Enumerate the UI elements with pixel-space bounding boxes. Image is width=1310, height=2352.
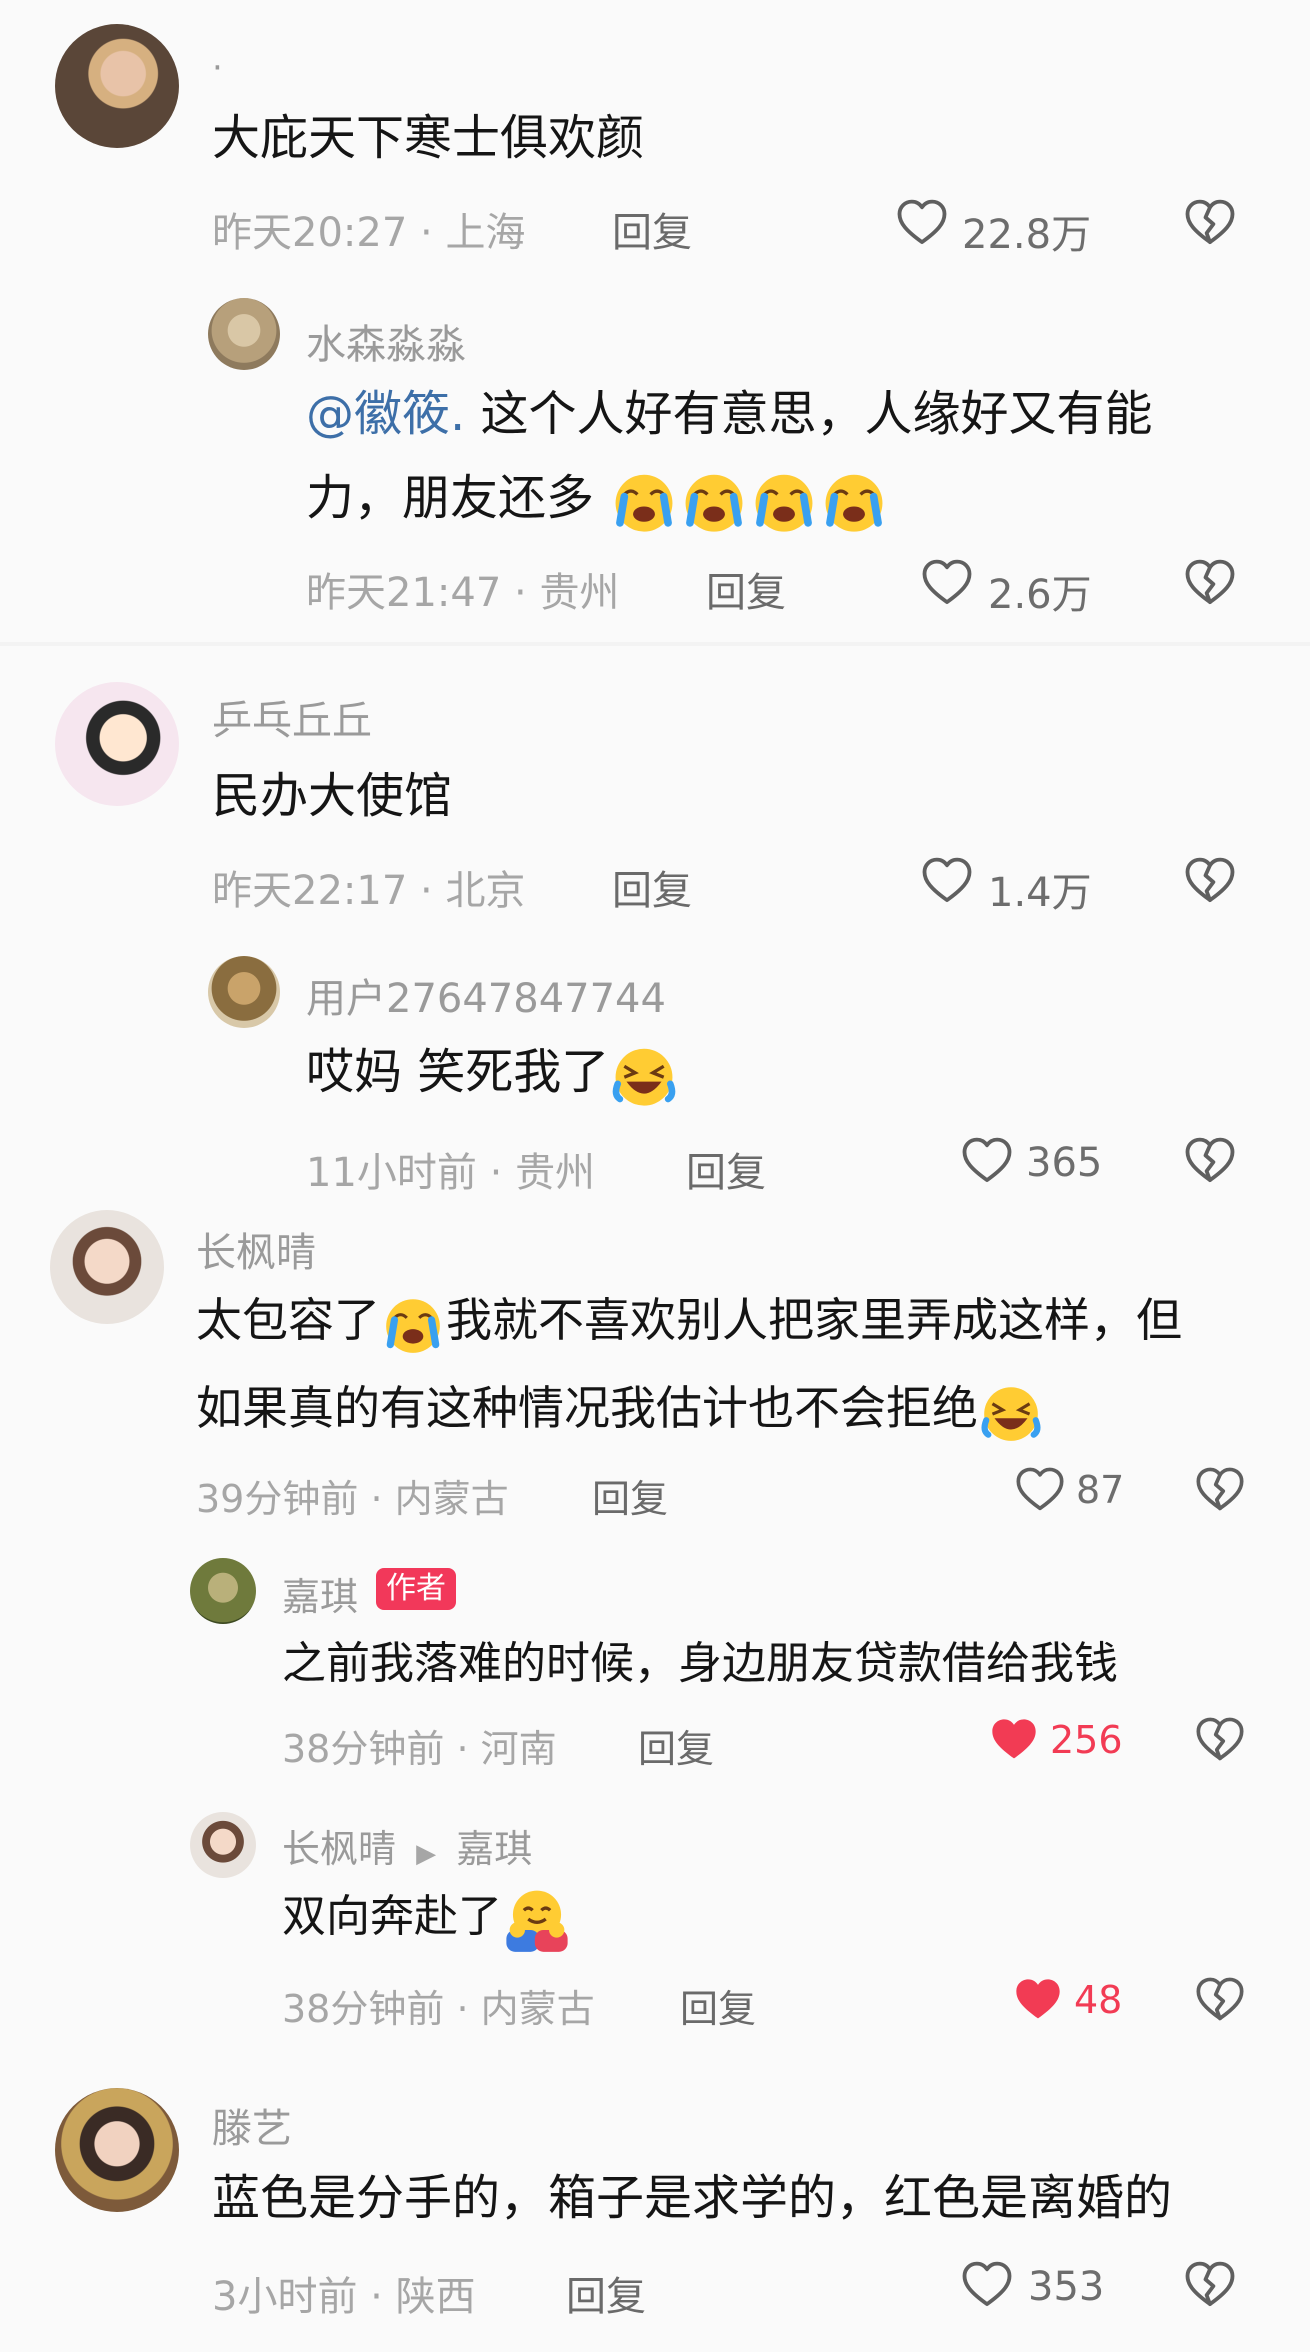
- cry-emoji-icon: [380, 1291, 446, 1357]
- avatar[interactable]: [190, 1558, 256, 1624]
- heart-filled-icon[interactable]: [988, 1714, 1040, 1766]
- comment-text: 太包容了 我就不喜欢别人把家里弄成这样，但: [196, 1290, 1182, 1357]
- author-badge: 作者: [376, 1568, 456, 1610]
- comment-meta: 3小时前 · 陕西: [212, 2274, 476, 2320]
- reply-button[interactable]: 回复: [612, 200, 692, 258]
- like-count: 48: [1074, 1978, 1123, 2022]
- broken-heart-icon[interactable]: [1194, 1714, 1246, 1766]
- comment-text: 之前我落难的时候，身边朋友贷款借给我钱: [282, 1638, 1118, 1689]
- heart-outline-icon[interactable]: [960, 2258, 1014, 2312]
- reply-button[interactable]: 回复: [706, 560, 786, 618]
- like-count: 256: [1050, 1718, 1123, 1762]
- heart-filled-icon[interactable]: [1012, 1974, 1064, 2026]
- comment-meta: 昨天20:27 · 上海: [212, 210, 526, 256]
- comment-text-line2: 如果真的有这种情况我估计也不会拒绝: [196, 1378, 1044, 1445]
- reply-arrow-icon: ▶: [416, 1839, 437, 1869]
- comment-username[interactable]: 水森淼淼: [306, 312, 466, 370]
- like-count: 22.8万: [962, 212, 1092, 258]
- like-count: 365: [1026, 1140, 1103, 1186]
- comment-text: 大庇天下寒士俱欢颜: [212, 110, 645, 166]
- avatar[interactable]: [55, 2088, 179, 2212]
- like-count: 1.4万: [988, 870, 1092, 916]
- comment-meta: 11小时前 · 贵州: [306, 1150, 596, 1196]
- comment-meta: 38分钟前 · 内蒙古: [282, 1987, 595, 2031]
- reply-button[interactable]: 回复: [592, 1468, 668, 1523]
- comment-meta: 昨天21:47 · 贵州: [306, 570, 620, 616]
- comment-username[interactable]: 长枫晴: [196, 1220, 316, 1278]
- avatar[interactable]: [208, 298, 280, 370]
- broken-heart-icon[interactable]: [1183, 1134, 1237, 1188]
- comment-meta: 39分钟前 · 内蒙古: [196, 1477, 509, 1521]
- like-count: 353: [1028, 2264, 1105, 2310]
- cry-emoji-icon: [609, 466, 679, 536]
- cry-emoji-icon: [749, 466, 819, 536]
- comment-username[interactable]: ·: [212, 48, 223, 88]
- heart-outline-icon[interactable]: [1014, 1464, 1066, 1516]
- comment-text: 民办大使馆: [212, 768, 453, 824]
- broken-heart-icon[interactable]: [1183, 196, 1237, 250]
- comment-text: 双向奔赴了: [282, 1884, 572, 1954]
- comment-text: 哎妈 笑死我了: [306, 1040, 679, 1110]
- comment-text-line2: 力，朋友还多: [306, 466, 889, 536]
- broken-heart-icon[interactable]: [1194, 1974, 1246, 2026]
- heart-outline-icon[interactable]: [920, 854, 974, 908]
- laugh-cry-emoji-icon: [978, 1379, 1044, 1445]
- hug-emoji-icon: [502, 1884, 572, 1954]
- broken-heart-icon[interactable]: [1194, 1464, 1246, 1516]
- comment-username[interactable]: 用户27647847744: [306, 966, 666, 1024]
- avatar[interactable]: [55, 24, 179, 148]
- cry-emoji-icon: [679, 466, 749, 536]
- divider: [0, 642, 1310, 646]
- broken-heart-icon[interactable]: [1183, 854, 1237, 908]
- comment-username[interactable]: 嘉琪: [282, 1566, 358, 1621]
- like-count: 87: [1076, 1468, 1125, 1512]
- reply-button[interactable]: 回复: [638, 1718, 714, 1773]
- comment-text: @徽筱. 这个人好有意思，人缘好又有能: [306, 386, 1153, 442]
- heart-outline-icon[interactable]: [920, 556, 974, 610]
- comment-meta: 38分钟前 · 河南: [282, 1727, 557, 1771]
- avatar[interactable]: [190, 1812, 256, 1878]
- comment-username[interactable]: 乒乓丘丘: [212, 688, 372, 746]
- mention-link[interactable]: @徽筱.: [306, 386, 465, 442]
- like-count: 2.6万: [988, 572, 1092, 618]
- comment-text: 蓝色是分手的，箱子是求学的，红色是离婚的: [212, 2170, 1173, 2226]
- reply-button[interactable]: 回复: [686, 1140, 766, 1198]
- avatar[interactable]: [208, 956, 280, 1028]
- laugh-cry-emoji-icon: [609, 1040, 679, 1110]
- reply-button[interactable]: 回复: [566, 2264, 646, 2322]
- broken-heart-icon[interactable]: [1183, 2258, 1237, 2312]
- cry-emoji-icon: [819, 466, 889, 536]
- broken-heart-icon[interactable]: [1183, 556, 1237, 610]
- heart-outline-icon[interactable]: [960, 1134, 1014, 1188]
- comment-meta: 昨天22:17 · 北京: [212, 868, 526, 914]
- reply-button[interactable]: 回复: [612, 858, 692, 916]
- comment-username: 长枫晴 ▶ 嘉琪: [282, 1827, 533, 1871]
- avatar[interactable]: [55, 682, 179, 806]
- reply-button[interactable]: 回复: [680, 1978, 756, 2033]
- comment-username[interactable]: 滕艺: [212, 2096, 292, 2154]
- heart-outline-icon[interactable]: [895, 196, 949, 250]
- avatar[interactable]: [50, 1210, 164, 1324]
